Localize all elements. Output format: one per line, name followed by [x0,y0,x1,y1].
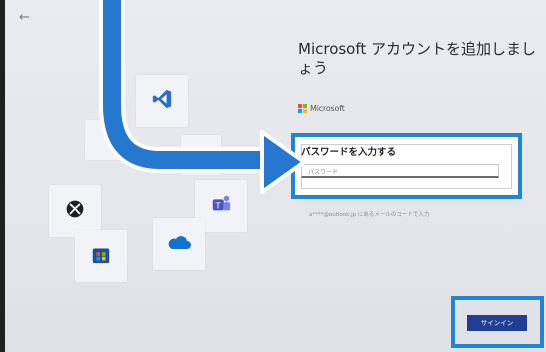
arrow-shaft-fill [103,0,280,169]
arrow-head [260,130,306,194]
pointer-arrow [99,0,306,194]
arrow-shaft [99,0,280,173]
